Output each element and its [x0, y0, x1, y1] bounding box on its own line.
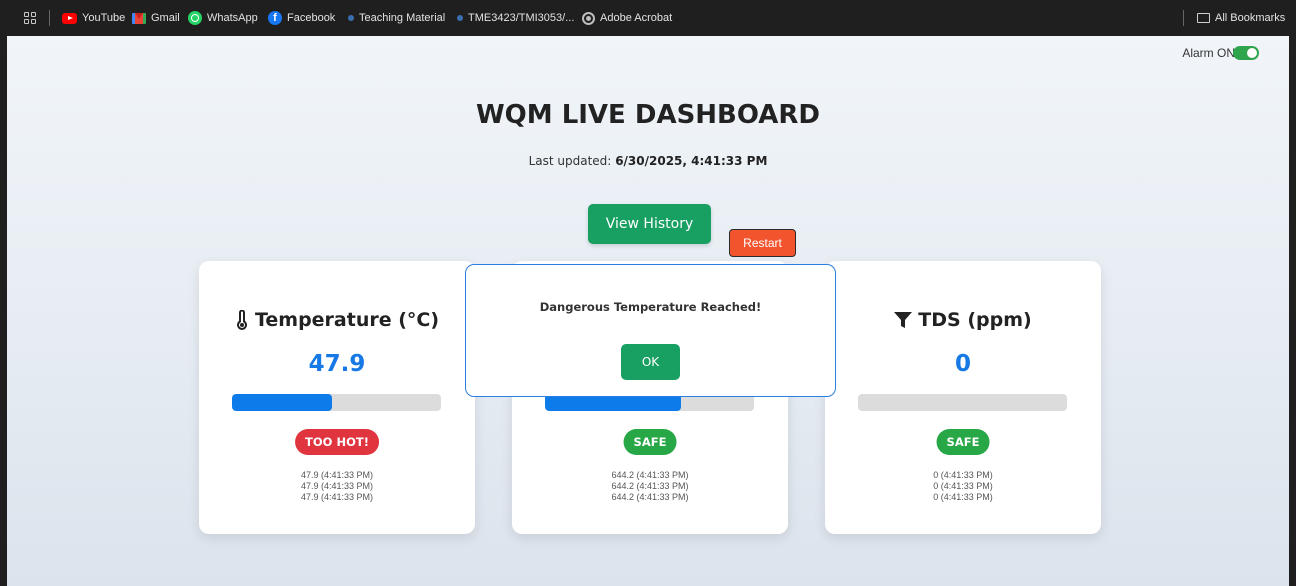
page-title: WQM LIVE DASHBOARD	[475, 100, 821, 130]
temperature-value: 47.9	[308, 351, 366, 377]
tds-card: TDS (ppm) 0 SAFE 0 (4:41:33 PM) 0 (4:41:…	[825, 261, 1101, 534]
card-title: Temperature (°C)	[199, 309, 475, 331]
alert-dialog: Dangerous Temperature Reached! OK	[465, 264, 836, 397]
restart-button[interactable]: Restart	[729, 229, 796, 257]
history-item: 644.2 (4:41:33 PM)	[611, 492, 689, 502]
bookmarks-separator	[49, 10, 50, 26]
card-title-text: Temperature (°C)	[254, 309, 440, 331]
history-item: 47.9 (4:41:33 PM)	[300, 470, 374, 480]
alarm-toggle[interactable]	[1233, 46, 1259, 60]
status-badge: TOO HOT!	[295, 429, 379, 455]
reading-history: 47.9 (4:41:33 PM) 47.9 (4:41:33 PM) 47.9…	[199, 470, 475, 503]
thermometer-icon	[237, 310, 247, 330]
tds-value: 0	[954, 351, 971, 377]
bookmark-adobe-acrobat[interactable]: Adobe Acrobat	[582, 0, 672, 36]
bookmark-gmail[interactable]: Gmail	[132, 0, 180, 36]
temperature-card: Temperature (°C) 47.9 TOO HOT! 47.9 (4:4…	[199, 261, 475, 534]
history-item: 644.2 (4:41:33 PM)	[611, 470, 689, 480]
level-bar	[858, 394, 1067, 411]
reading-history: 0 (4:41:33 PM) 0 (4:41:33 PM) 0 (4:41:33…	[825, 470, 1101, 503]
last-updated-value: 6/30/2025, 4:41:33 PM	[615, 154, 768, 168]
bookmark-label: Adobe Acrobat	[600, 12, 673, 24]
card-title: TDS (ppm)	[825, 309, 1101, 331]
status-badge: SAFE	[623, 429, 677, 455]
last-updated-prefix: Last updated:	[528, 154, 612, 168]
history-item: 0 (4:41:33 PM)	[933, 481, 993, 491]
globe-icon	[582, 11, 595, 25]
card-title-text: TDS (ppm)	[918, 309, 1032, 331]
level-bar	[232, 394, 441, 411]
alert-message: Dangerous Temperature Reached!	[539, 300, 762, 314]
last-updated: Last updated: 6/30/2025, 4:41:33 PM	[7, 154, 1289, 168]
alarm-control: Alarm ON	[1182, 46, 1259, 60]
bookmark-label: WhatsApp	[207, 12, 258, 24]
bookmark-tme3423[interactable]: TME3423/TMI3053/...	[457, 0, 574, 36]
history-item: 47.9 (4:41:33 PM)	[300, 492, 374, 502]
bookmark-facebook[interactable]: f Facebook	[268, 0, 335, 36]
bookmark-label: Facebook	[287, 12, 336, 24]
bookmark-whatsapp[interactable]: WhatsApp	[188, 0, 258, 36]
whatsapp-icon	[188, 11, 202, 25]
history-item: 47.9 (4:41:33 PM)	[300, 481, 374, 491]
reading-history: 644.2 (4:41:33 PM) 644.2 (4:41:33 PM) 64…	[512, 470, 788, 503]
bookmark-teaching-material[interactable]: Teaching Material	[348, 0, 445, 36]
bookmark-dot-icon	[457, 15, 463, 21]
all-bookmarks-label: All Bookmarks	[1215, 12, 1286, 24]
bookmark-label: Gmail	[151, 12, 180, 24]
bookmark-dot-icon	[348, 15, 354, 21]
dashboard-page: Alarm ON WQM LIVE DASHBOARD Last updated…	[7, 36, 1289, 586]
bookmark-label: TME3423/TMI3053/...	[468, 12, 575, 24]
history-item: 0 (4:41:33 PM)	[933, 470, 993, 480]
facebook-icon: f	[268, 11, 282, 25]
bookmarks-bar: YouTube Gmail WhatsApp f Facebook Teachi…	[0, 0, 1296, 36]
view-history-button[interactable]: View History	[588, 204, 711, 244]
bookmark-label: YouTube	[82, 12, 126, 24]
folder-icon	[1197, 13, 1210, 23]
filter-icon	[894, 311, 913, 328]
youtube-icon	[62, 12, 77, 24]
history-item: 0 (4:41:33 PM)	[933, 492, 993, 502]
bookmark-youtube[interactable]: YouTube	[62, 0, 125, 36]
level-bar-fill	[232, 394, 333, 411]
history-item: 644.2 (4:41:33 PM)	[611, 481, 689, 491]
bookmark-label: Teaching Material	[359, 12, 446, 24]
status-badge: SAFE	[936, 429, 990, 455]
alarm-label: Alarm ON	[1182, 46, 1235, 60]
bookmarks-separator	[1183, 10, 1184, 26]
apps-grid-icon[interactable]	[24, 12, 36, 24]
gmail-icon	[132, 12, 146, 24]
ok-button[interactable]: OK	[621, 344, 680, 380]
all-bookmarks-button[interactable]: All Bookmarks	[1197, 0, 1285, 36]
